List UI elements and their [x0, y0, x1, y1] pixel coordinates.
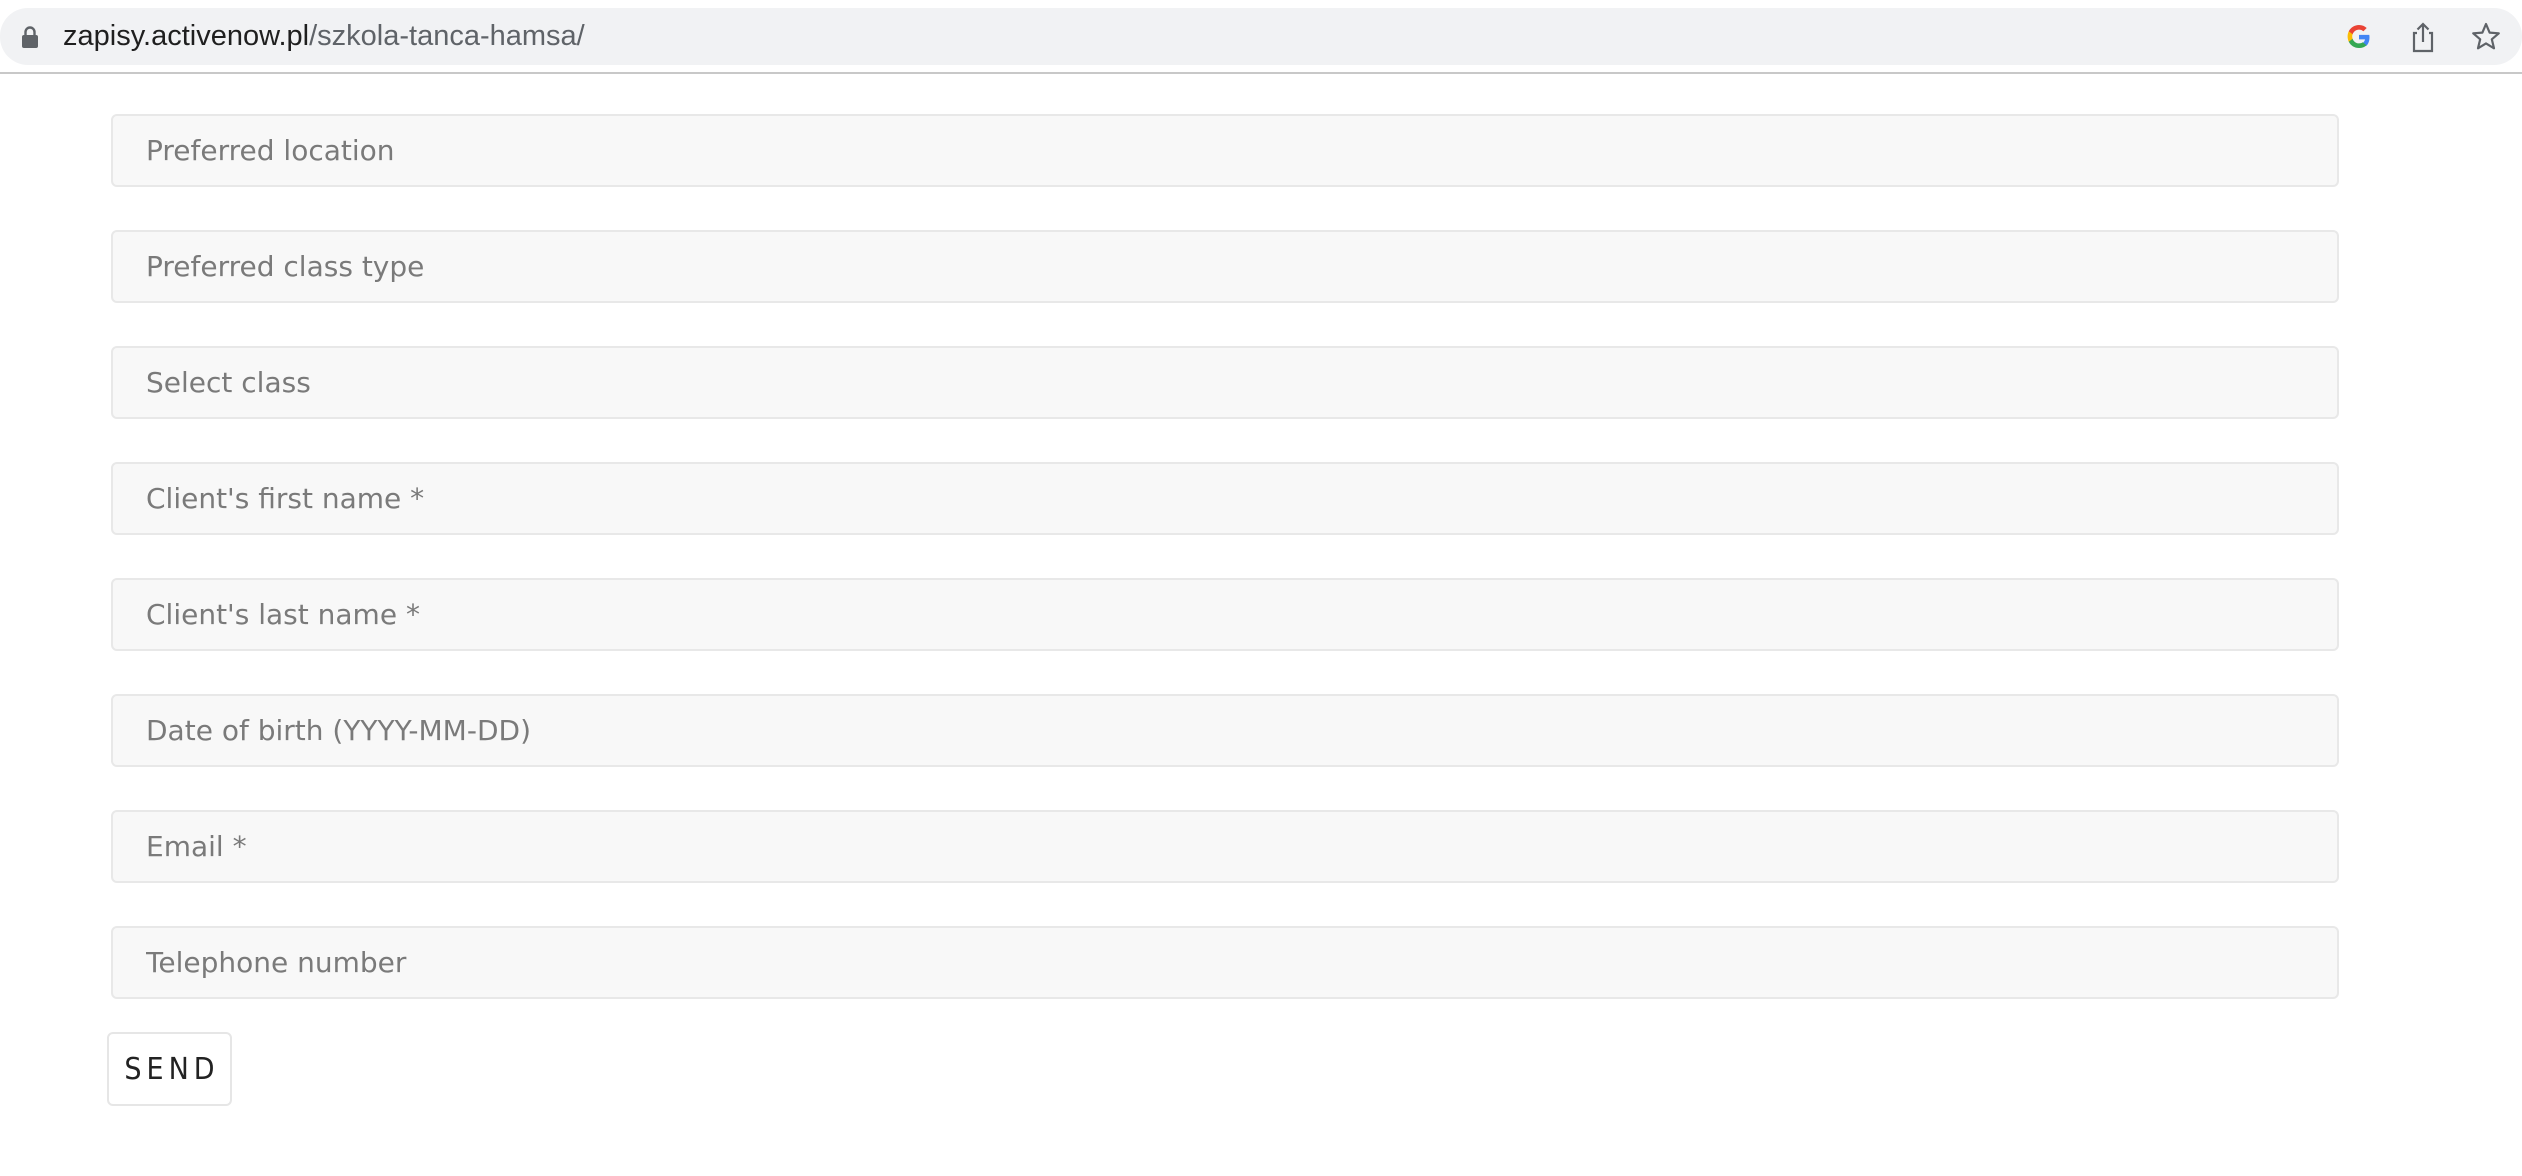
- url-text[interactable]: zapisy.activenow.pl/szkola-tanca-hamsa/: [63, 16, 585, 56]
- first-name-field[interactable]: [111, 462, 2339, 535]
- select-class-field[interactable]: [111, 346, 2339, 419]
- preferred-class-type-field[interactable]: [111, 230, 2339, 303]
- telephone-field[interactable]: [111, 926, 2339, 999]
- email-field[interactable]: [111, 810, 2339, 883]
- preferred-location-field[interactable]: [111, 114, 2339, 187]
- send-button[interactable]: SEND: [107, 1032, 232, 1106]
- toolbar-divider: [0, 72, 2522, 74]
- last-name-field[interactable]: [111, 578, 2339, 651]
- star-icon[interactable]: [2469, 20, 2503, 54]
- google-icon[interactable]: [2342, 20, 2376, 54]
- share-icon[interactable]: [2406, 20, 2440, 54]
- url-path: /szkola-tanca-hamsa/: [309, 20, 585, 52]
- lock-icon: [22, 26, 38, 48]
- page: zapisy.activenow.pl/szkola-tanca-hamsa/ …: [0, 0, 2522, 1176]
- date-of-birth-field[interactable]: [111, 694, 2339, 767]
- url-host: zapisy.activenow.pl: [63, 20, 310, 52]
